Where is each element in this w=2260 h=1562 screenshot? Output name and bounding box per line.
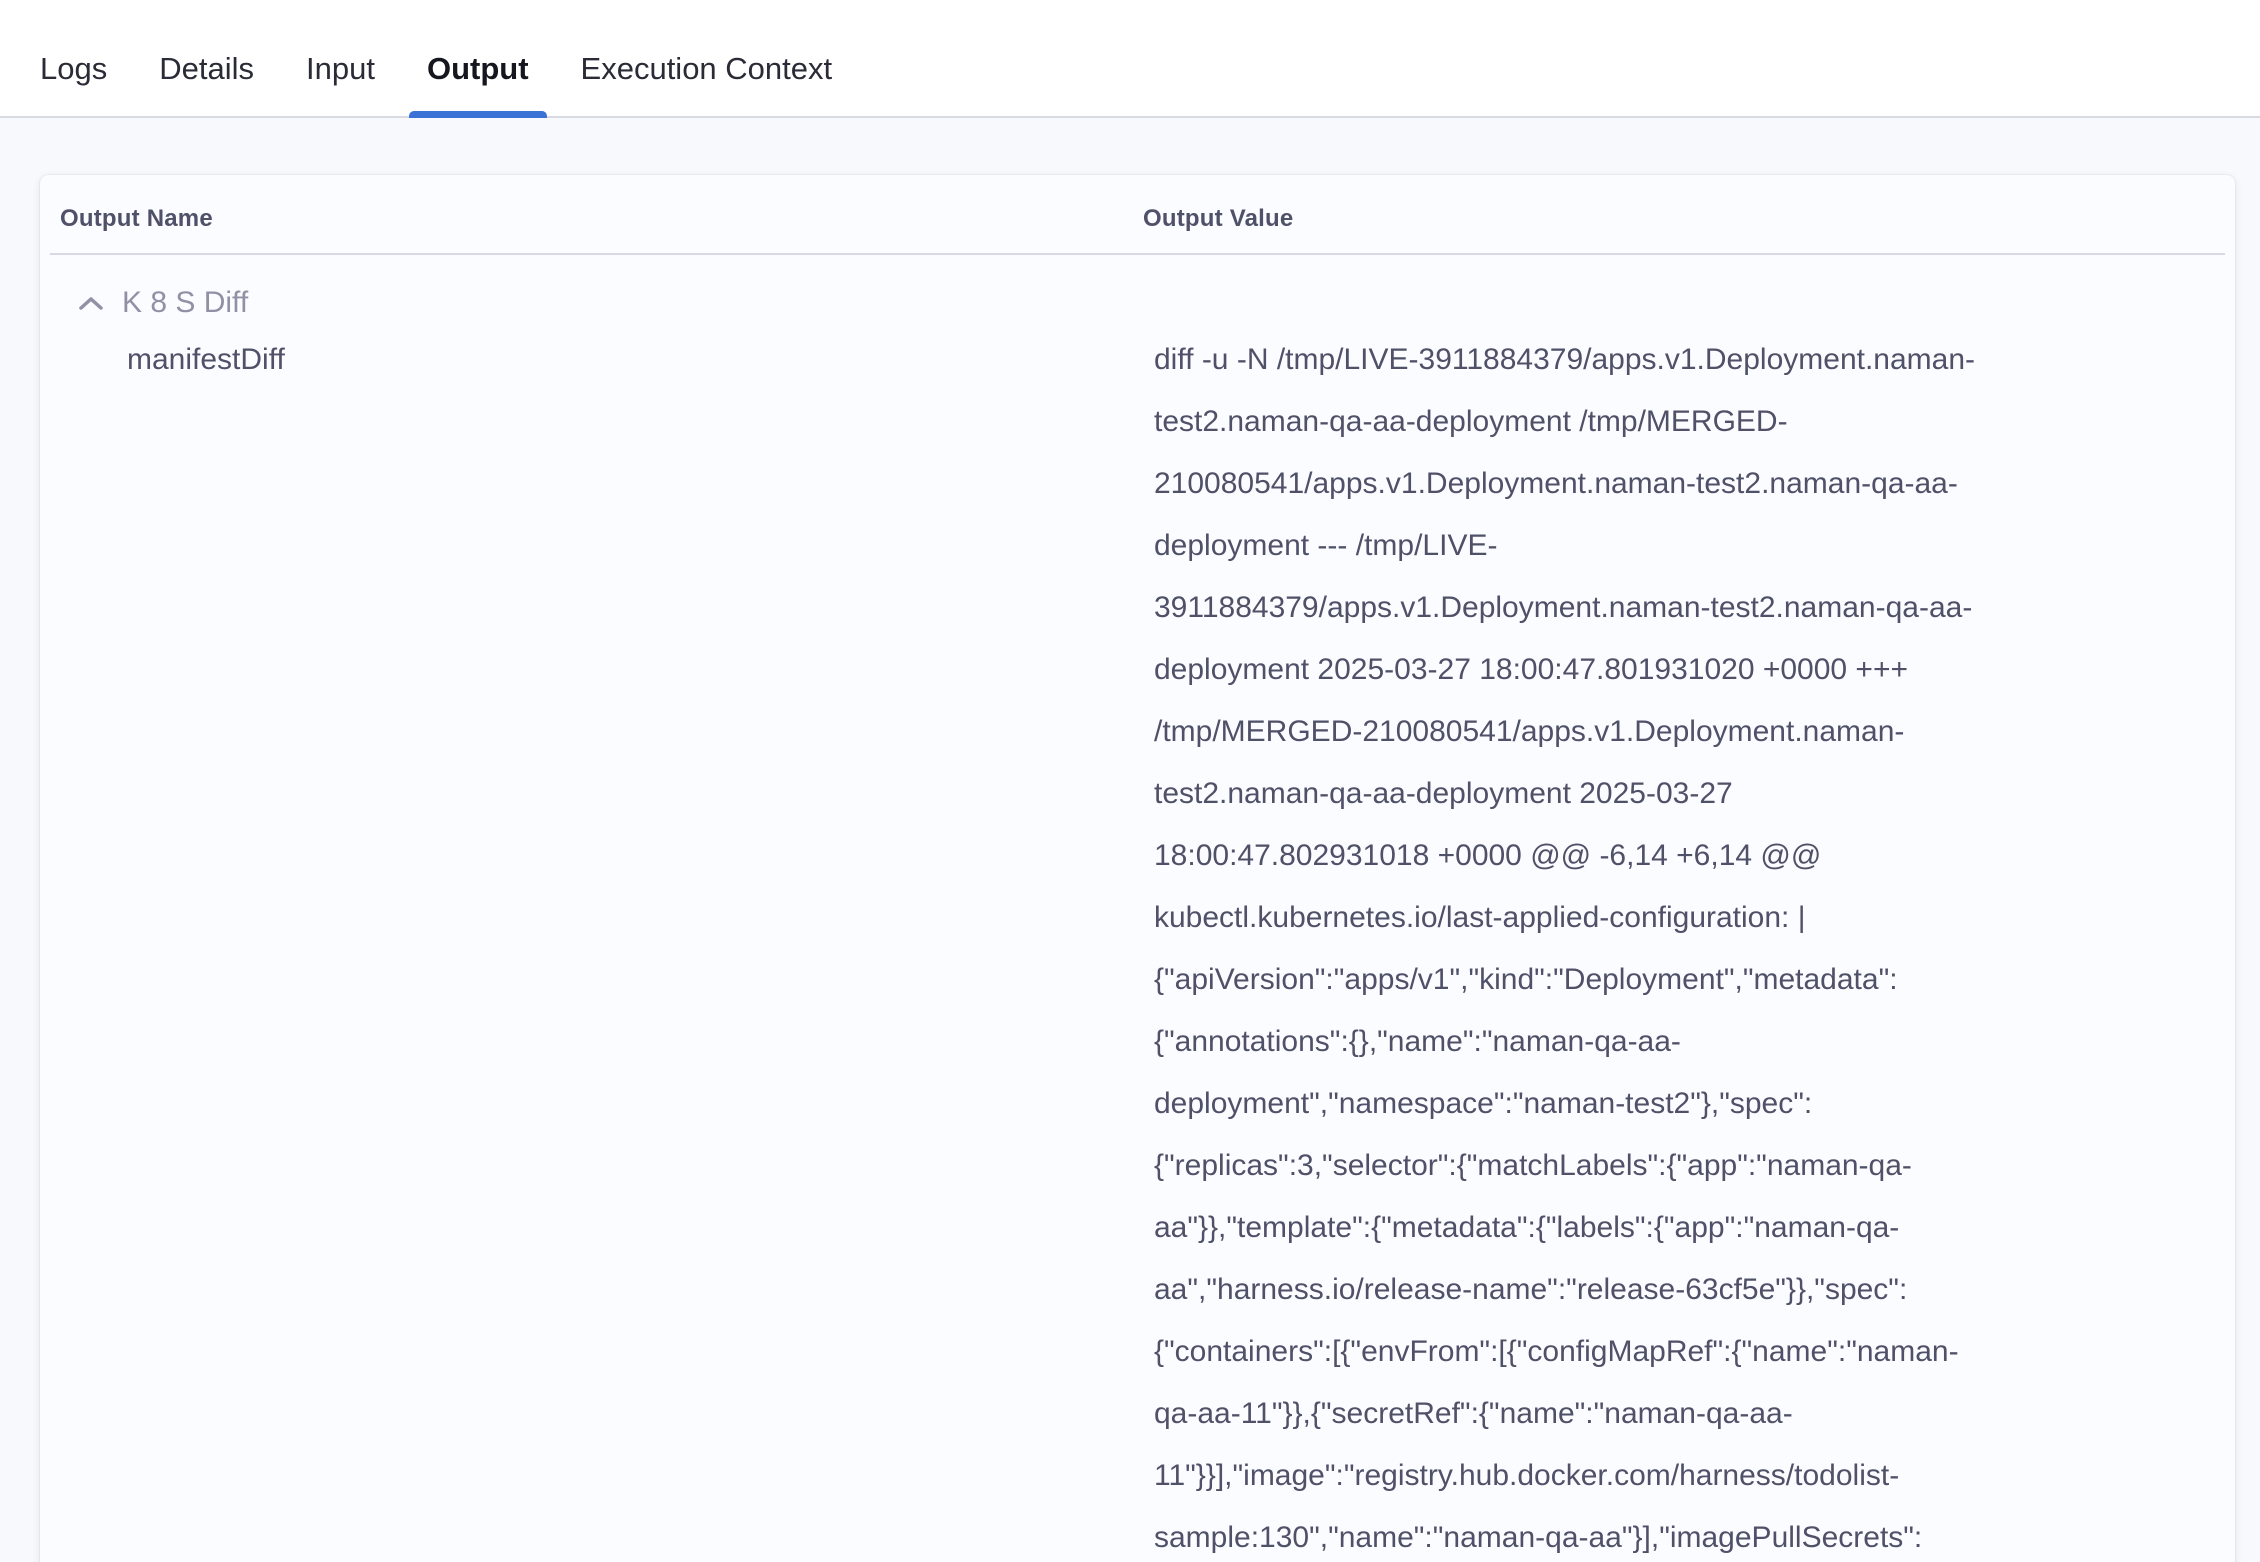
output-value-line: sample:130","name":"naman-qa-aa"}],"imag… (1154, 1507, 2094, 1562)
output-value-line: 18:00:47.802931018 +0000 @@ -6,14 +6,14 … (1154, 825, 2094, 887)
output-table-header: Output Name Output Value (40, 175, 2235, 253)
output-value-line: qa-aa-11"}},{"secretRef":{"name":"naman-… (1154, 1383, 2094, 1445)
output-value-line: kubectl.kubernetes.io/last-applied-confi… (1154, 887, 2094, 949)
tab-output-label: Output (427, 51, 529, 86)
column-header-output-value: Output Value (1143, 205, 1293, 233)
output-value-line: deployment","namespace":"naman-test2"},"… (1154, 1073, 2094, 1135)
output-value-line: 3911884379/apps.v1.Deployment.naman-test… (1154, 577, 2094, 639)
chevron-up-icon[interactable] (78, 295, 104, 311)
output-value-line: 11"}}],"image":"registry.hub.docker.com/… (1154, 1445, 2094, 1507)
column-header-output-name: Output Name (60, 205, 213, 233)
output-value-line: test2.naman-qa-aa-deployment /tmp/MERGED… (1154, 391, 2094, 453)
tab-details-label: Details (159, 51, 254, 86)
detail-tabs: Logs Details Input Output Execution Cont… (0, 0, 2260, 118)
tab-execution-context-label: Execution Context (581, 51, 833, 86)
output-value-line: diff -u -N /tmp/LIVE-3911884379/apps.v1.… (1154, 329, 2094, 391)
output-value-line: {"apiVersion":"apps/v1","kind":"Deployme… (1154, 949, 2094, 1011)
tab-input[interactable]: Input (288, 53, 393, 116)
header-divider (50, 253, 2225, 255)
output-value-line: deployment 2025-03-27 18:00:47.801931020… (1154, 639, 2094, 701)
tab-output[interactable]: Output (409, 53, 547, 116)
output-value-line: deployment --- /tmp/LIVE- (1154, 515, 2094, 577)
output-value-line: test2.naman-qa-aa-deployment 2025-03-27 (1154, 763, 2094, 825)
output-group-label: K 8 S Diff (122, 286, 248, 320)
output-value-line: /tmp/MERGED-210080541/apps.v1.Deployment… (1154, 701, 2094, 763)
output-name-cell: manifestDiff (127, 343, 285, 377)
tab-logs[interactable]: Logs (22, 53, 125, 116)
output-table-card: Output Name Output Value K 8 S Diff mani… (40, 175, 2235, 1562)
tab-logs-label: Logs (40, 51, 107, 86)
output-value-line: 210080541/apps.v1.Deployment.naman-test2… (1154, 453, 2094, 515)
output-group-row-k8s-diff[interactable]: K 8 S Diff (40, 275, 2235, 331)
active-tab-underline (409, 111, 547, 118)
tab-execution-context[interactable]: Execution Context (563, 53, 851, 116)
output-value-cell: diff -u -N /tmp/LIVE-3911884379/apps.v1.… (1154, 329, 2094, 1562)
output-value-line: {"replicas":3,"selector":{"matchLabels":… (1154, 1135, 2094, 1197)
tab-details[interactable]: Details (141, 53, 272, 116)
output-value-line: aa","harness.io/release-name":"release-6… (1154, 1259, 2094, 1321)
output-value-line: aa"}},"template":{"metadata":{"labels":{… (1154, 1197, 2094, 1259)
tab-input-label: Input (306, 51, 375, 86)
output-value-line: {"annotations":{},"name":"naman-qa-aa- (1154, 1011, 2094, 1073)
output-value-line: {"containers":[{"envFrom":[{"configMapRe… (1154, 1321, 2094, 1383)
